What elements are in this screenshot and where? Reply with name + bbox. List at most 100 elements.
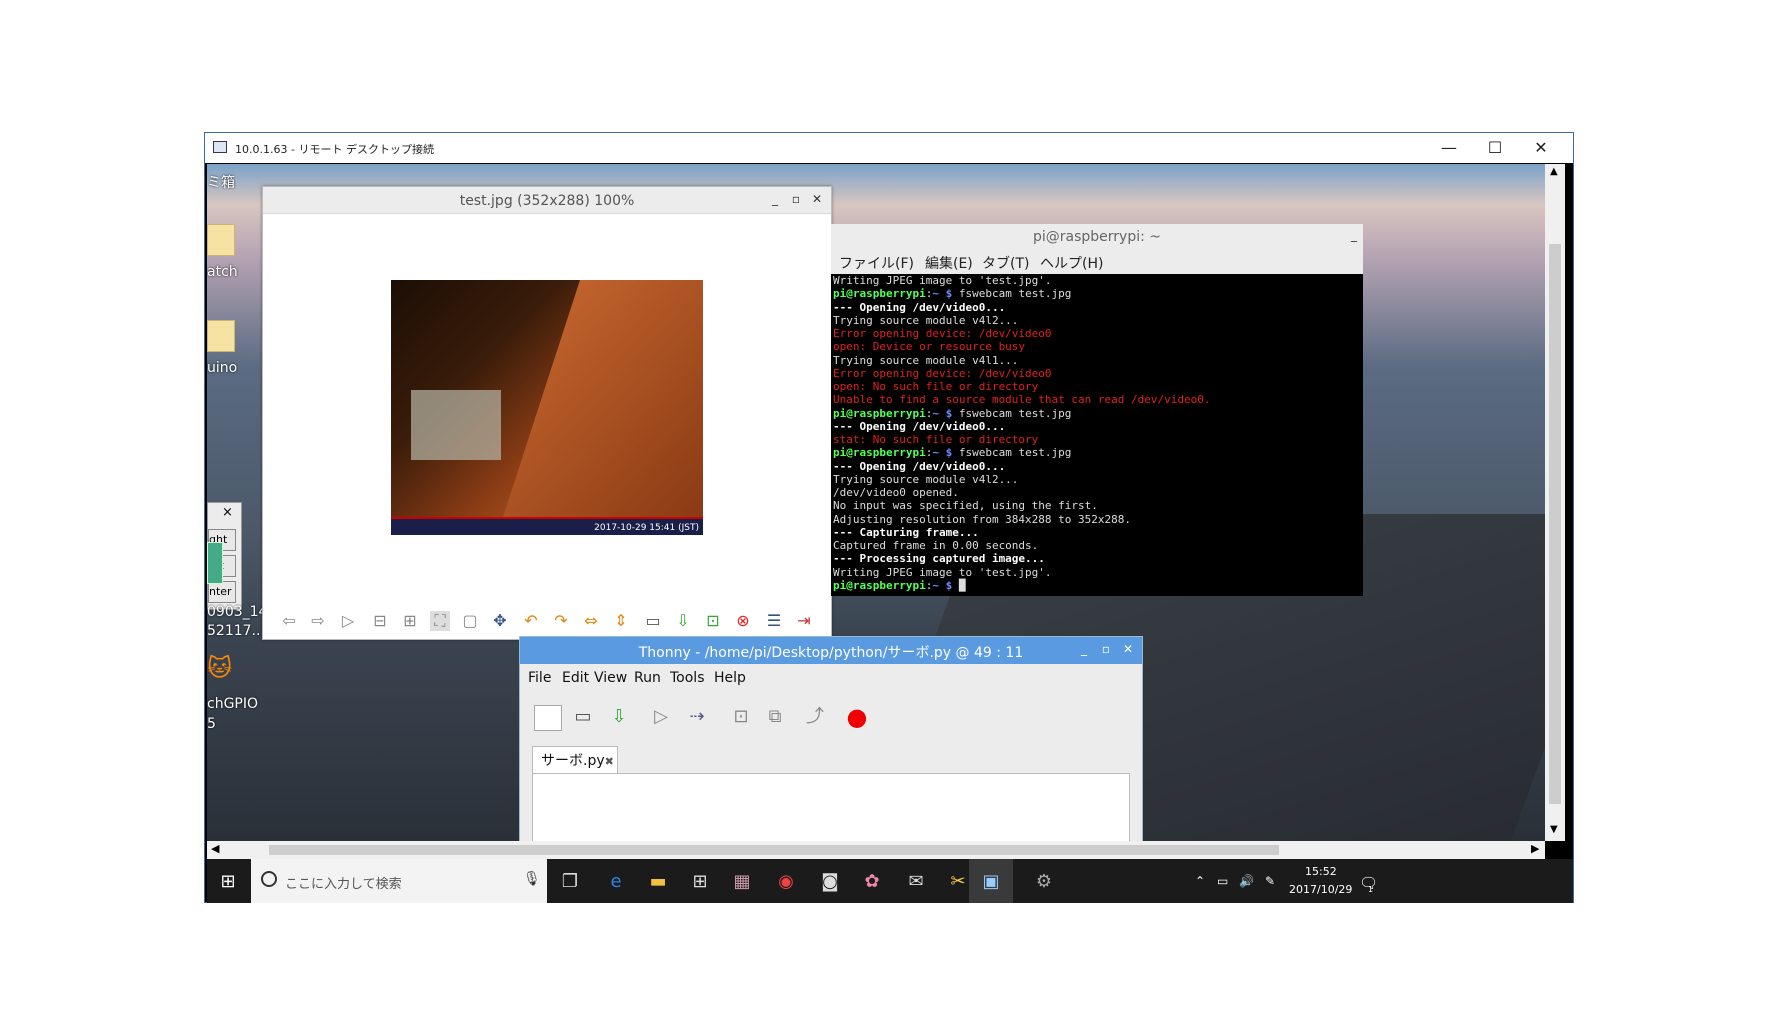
chrome-icon[interactable]: ◉ [773,869,799,895]
stop-icon[interactable]: ● [844,705,870,729]
flip-v-icon[interactable]: ⇕ [611,611,631,631]
desktop-icon-label[interactable]: 0903_14 [207,604,267,620]
app-icon[interactable]: ⚙ [1031,869,1057,895]
thonny-close-button[interactable]: ✕ [1120,642,1136,656]
pen-icon[interactable]: ✎ [1265,874,1275,888]
next-icon[interactable]: ⇨ [308,611,328,631]
zoom-in-icon[interactable]: ⊞ [400,611,420,631]
horizontal-scrollbar[interactable]: ◀ ▶ [207,841,1545,859]
terminal-titlebar[interactable]: pi@raspberrypi: ~ _ [831,224,1363,250]
viewer-close-button[interactable]: ✕ [809,192,825,206]
image-file-icon[interactable] [207,542,223,584]
desktop-icon-label[interactable]: 52117... [207,623,265,639]
save-icon[interactable]: ⇩ [673,611,693,631]
thonny-menu-help[interactable]: Help [714,670,746,686]
active-rdp-taskbar-item[interactable]: ▣ [969,859,1013,903]
scroll-up-icon[interactable]: ▲ [1550,166,1558,177]
thonny-titlebar[interactable]: Thonny - /home/pi/Desktop/python/サーボ.py … [520,637,1142,664]
microphone-icon[interactable]: 🎙 [523,871,541,887]
folder-icon[interactable] [207,224,235,256]
fit-icon[interactable]: ⛶ [430,611,450,631]
scratch-cat-icon[interactable]: 🐱 [207,654,232,682]
open-icon[interactable]: ▭ [643,611,663,631]
thonny-menu-edit[interactable]: Edit [562,670,589,686]
rotate-right-icon[interactable]: ↷ [551,611,571,631]
viewer-titlebar[interactable]: test.jpg (352x288) 100% _ ▫ ✕ [263,187,831,214]
desktop-icon-label[interactable]: ミ箱 [207,172,235,192]
tray-chevron-icon[interactable]: ⌃ [1195,874,1205,888]
scroll-right-icon[interactable]: ▶ [1531,842,1539,855]
zoom-out-icon[interactable]: ⊟ [370,611,390,631]
play-icon[interactable]: ▷ [338,611,358,631]
camera-icon[interactable]: ◙ [817,869,843,895]
menu-help[interactable]: ヘルプ(H) [1040,253,1103,273]
prefs-icon[interactable]: ☰ [764,611,784,631]
volume-icon[interactable]: 🔊 [1239,874,1254,888]
snipping-icon[interactable]: ✂ [945,869,971,895]
desktop-icon-label[interactable]: uino [207,360,237,376]
step-into-icon[interactable]: ⧉ [762,705,788,729]
menu-file[interactable]: ファイル(F) [839,253,914,273]
windows-start-icon[interactable]: ⊞ [215,869,241,895]
scroll-thumb[interactable] [1549,244,1561,804]
hscroll-thumb[interactable] [269,845,1279,855]
viewer-minimize-button[interactable]: _ [767,192,783,206]
desktop-icon-label[interactable]: 5 [207,716,216,732]
rdp-minimize-button[interactable]: — [1426,133,1472,163]
file-explorer-icon[interactable]: ▬ [645,869,671,895]
rdp-close-button[interactable]: ✕ [1518,133,1564,163]
clock-date[interactable]: 2017/10/29 [1289,883,1352,896]
terminal-output[interactable]: Writing JPEG image to 'test.jpg'. pi@rasp… [833,274,1361,596]
rotate-left-icon[interactable]: ↶ [521,611,541,631]
folder-icon[interactable] [207,320,235,352]
quit-icon[interactable]: ⇥ [794,611,814,631]
editor-area[interactable] [532,773,1130,841]
step-out-icon[interactable]: ⤴ [802,705,828,729]
prev-icon[interactable]: ⇦ [279,611,299,631]
mail-icon[interactable]: ✉ [903,869,929,895]
desktop-icon-label[interactable]: atch [207,264,238,280]
thonny-minimize-button[interactable]: _ [1076,642,1092,656]
menu-tab[interactable]: タブ(T) [982,253,1029,273]
flip-h-icon[interactable]: ⇔ [581,611,601,631]
thonny-menu-tools[interactable]: Tools [670,670,705,686]
terminal-text: fswebcam test.jpg [952,446,1072,460]
thonny-menu-run[interactable]: Run [634,670,661,686]
tab-close-icon[interactable]: ✖ [605,755,614,768]
paint-icon[interactable]: ▦ [729,869,755,895]
desktop-icon-label[interactable]: chGPIO [207,696,258,712]
debug-icon[interactable]: ⇢ [684,705,710,729]
thonny-maximize-button[interactable]: ▫ [1098,642,1114,656]
save-file-icon[interactable]: ⇩ [606,705,632,729]
rdp-titlebar[interactable]: 10.0.1.63 - リモート デスクトップ接続 — ☐ ✕ [205,133,1573,163]
viewer-toolbar: ⇦ ⇨ ▷ ⊟ ⊞ ⛶ ▢ ✥ ↶ ↷ ⇔ ⇕ ▭ ⇩ ⊡ ⊗ ☰ ⇥ [263,605,831,637]
photos-icon[interactable]: ✿ [859,869,885,895]
small-dialog-close-button[interactable]: × [222,505,233,520]
task-view-icon[interactable]: ❐ [557,869,583,895]
tab-servo-py[interactable]: サーボ.py✖ [532,746,618,774]
scroll-down-icon[interactable]: ▼ [1550,824,1558,835]
new-file-icon[interactable] [534,705,562,731]
menu-edit[interactable]: 編集(E) [925,253,973,273]
terminal-text: --- Opening /dev/video0... [833,459,1006,473]
clock-time[interactable]: 15:52 [1305,865,1337,878]
delete-icon[interactable]: ⊗ [733,611,753,631]
battery-icon[interactable]: ▭ [1217,874,1228,888]
step-over-icon[interactable]: ⊡ [728,705,754,729]
save-as-icon[interactable]: ⊡ [703,611,723,631]
terminal-minimize-button[interactable]: _ [1351,228,1357,242]
edge-icon[interactable]: e [603,869,629,895]
fullscreen-icon[interactable]: ✥ [490,611,510,631]
center-button[interactable]: nter [208,581,236,603]
run-icon[interactable]: ▷ [648,705,674,729]
open-file-icon[interactable]: ▭ [570,705,596,729]
taskbar-search-box[interactable]: ここに入力して検索 🎙 [251,859,547,903]
thonny-menu-view[interactable]: View [594,670,627,686]
viewer-maximize-button[interactable]: ▫ [788,192,804,206]
actual-size-icon[interactable]: ▢ [460,611,480,631]
store-icon[interactable]: ⊞ [687,869,713,895]
rdp-maximize-button[interactable]: ☐ [1472,133,1518,163]
scroll-left-icon[interactable]: ◀ [211,842,219,855]
thonny-menu-file[interactable]: File [528,670,551,686]
vertical-scrollbar[interactable]: ▲ ▼ [1545,164,1565,841]
